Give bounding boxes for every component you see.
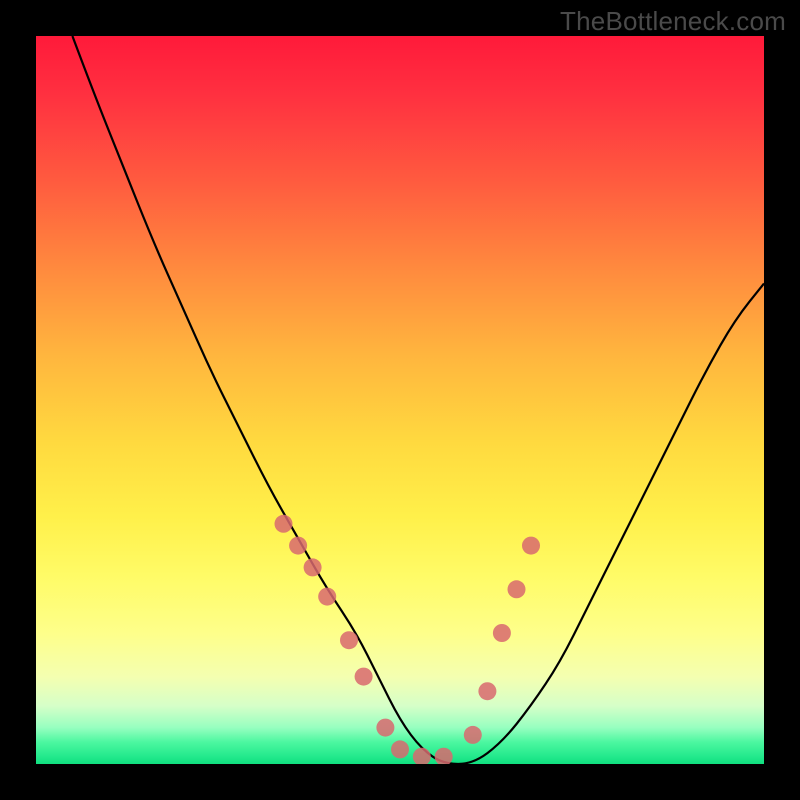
highlight-dot — [355, 668, 373, 686]
highlight-dots — [275, 515, 541, 764]
highlight-dot — [435, 748, 453, 764]
bottleneck-curve — [72, 36, 764, 764]
brand-watermark: TheBottleneck.com — [560, 6, 786, 37]
highlight-dot — [493, 624, 511, 642]
plot-area — [36, 36, 764, 764]
curve-layer — [36, 36, 764, 764]
highlight-dot — [413, 748, 431, 764]
highlight-dot — [391, 740, 409, 758]
highlight-dot — [464, 726, 482, 744]
highlight-dot — [318, 588, 336, 606]
highlight-dot — [275, 515, 293, 533]
highlight-dot — [508, 580, 526, 598]
highlight-dot — [376, 719, 394, 737]
chart-frame: TheBottleneck.com — [0, 0, 800, 800]
highlight-dot — [522, 537, 540, 555]
highlight-dot — [340, 631, 358, 649]
highlight-dot — [478, 682, 496, 700]
highlight-dot — [304, 558, 322, 576]
highlight-dot — [289, 537, 307, 555]
